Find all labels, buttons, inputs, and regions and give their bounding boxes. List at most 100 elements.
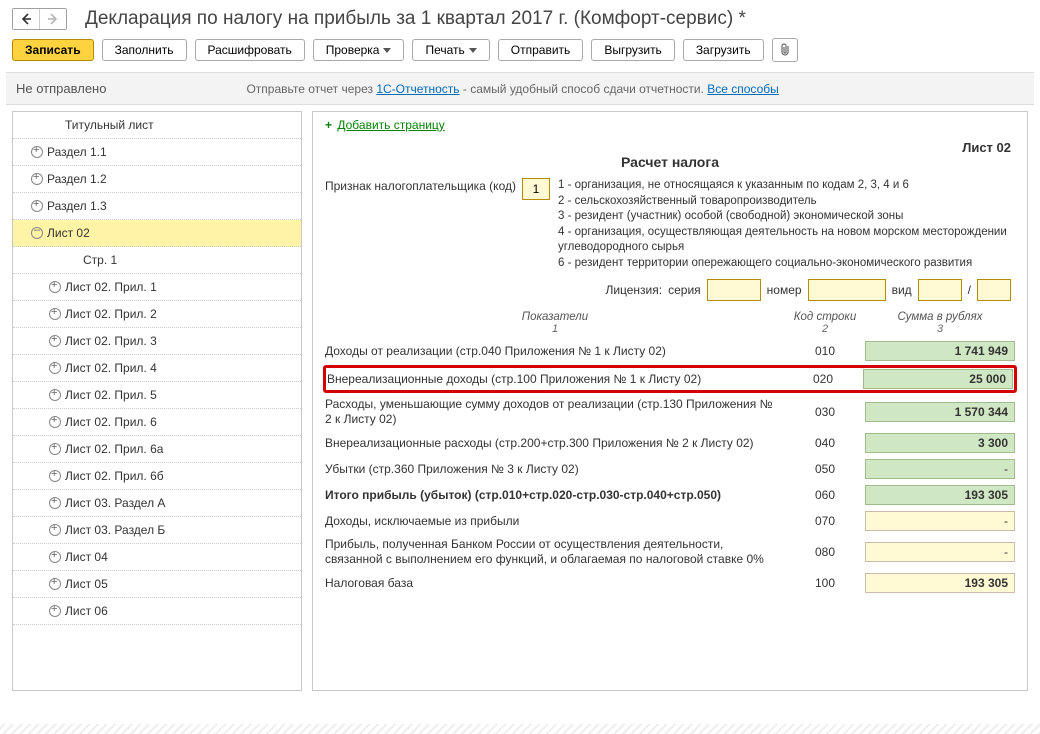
tree-item-label: Лист 02. Прил. 5	[65, 388, 157, 402]
license-row: Лицензия: серия номер вид /	[325, 279, 1015, 301]
row-label: Расходы, уменьшающие сумму доходов от ре…	[325, 397, 785, 427]
tree-item[interactable]: Лист 02. Прил. 6б	[13, 463, 301, 490]
collapse-icon[interactable]	[31, 227, 43, 239]
expand-icon[interactable]	[31, 200, 43, 212]
link-all-methods[interactable]: Все способы	[707, 82, 779, 96]
expand-icon[interactable]	[49, 416, 61, 428]
data-row: Прибыль, полученная Банком России от осу…	[325, 537, 1015, 567]
expand-icon[interactable]	[49, 578, 61, 590]
data-row: Внереализационные доходы (стр.100 Прилож…	[325, 367, 1015, 391]
row-value[interactable]: 193 305	[865, 573, 1015, 593]
arrow-right-icon	[47, 13, 59, 25]
tree-item[interactable]: Лист 04	[13, 544, 301, 571]
row-code: 060	[785, 488, 865, 502]
row-value[interactable]: 3 300	[865, 433, 1015, 453]
license-number-label: номер	[767, 283, 802, 297]
row-code: 100	[785, 576, 865, 590]
row-code: 040	[785, 436, 865, 450]
expand-icon[interactable]	[49, 335, 61, 347]
data-row: Налоговая база100193 305	[325, 573, 1015, 593]
tree-item[interactable]: Лист 03. Раздел Б	[13, 517, 301, 544]
expand-icon[interactable]	[31, 173, 43, 185]
license-sub-input[interactable]	[977, 279, 1011, 301]
row-label: Доходы от реализации (стр.040 Приложения…	[325, 344, 785, 359]
send-button[interactable]: Отправить	[498, 39, 584, 61]
row-label: Внереализационные расходы (стр.200+стр.3…	[325, 436, 785, 451]
tree-item[interactable]: Лист 02. Прил. 1	[13, 274, 301, 301]
add-page-row: + Добавить страницу	[325, 118, 1015, 132]
print-label: Печать	[425, 43, 464, 57]
tree-item[interactable]: Лист 02. Прил. 3	[13, 328, 301, 355]
row-code: 030	[785, 405, 865, 419]
tree-item[interactable]: Лист 02. Прил. 5	[13, 382, 301, 409]
expand-icon[interactable]	[49, 308, 61, 320]
sidebar: Титульный листРаздел 1.1 Раздел 1.2 Раздел…	[12, 111, 302, 691]
row-value[interactable]: -	[865, 511, 1015, 531]
license-number-input[interactable]	[808, 279, 886, 301]
tree-item-label: Лист 02. Прил. 1	[65, 280, 157, 294]
check-button[interactable]: Проверка	[313, 39, 405, 61]
tree-item[interactable]: Лист 02. Прил. 2	[13, 301, 301, 328]
decode-button[interactable]: Расшифровать	[195, 39, 305, 61]
row-value[interactable]: 1 570 344	[865, 402, 1015, 422]
row-code: 070	[785, 514, 865, 528]
row-label: Налоговая база	[325, 576, 785, 591]
tree-item[interactable]: Титульный лист	[13, 112, 301, 139]
expand-icon[interactable]	[49, 497, 61, 509]
expand-icon[interactable]	[49, 281, 61, 293]
check-label: Проверка	[326, 43, 380, 57]
attachment-button[interactable]	[772, 38, 798, 62]
tree-item[interactable]: Лист 02	[13, 220, 301, 247]
tree-item[interactable]: Лист 02. Прил. 4	[13, 355, 301, 382]
content-pane: + Добавить страницу Лист 02 Расчет налог…	[312, 111, 1028, 691]
tree-item-label: Раздел 1.2	[47, 172, 107, 186]
tree-item[interactable]: Лист 05	[13, 571, 301, 598]
row-value[interactable]: -	[865, 459, 1015, 479]
add-page-link[interactable]: + Добавить страницу	[325, 118, 445, 132]
license-kind-input[interactable]	[918, 279, 962, 301]
tree-item-label: Лист 03. Раздел А	[65, 496, 165, 510]
tree-item-label: Лист 03. Раздел Б	[65, 523, 165, 537]
expand-icon[interactable]	[49, 551, 61, 563]
save-button[interactable]: Записать	[12, 39, 94, 61]
expand-icon[interactable]	[49, 362, 61, 374]
expand-icon[interactable]	[49, 524, 61, 536]
expand-icon[interactable]	[31, 146, 43, 158]
license-series-input[interactable]	[707, 279, 761, 301]
tree-item-label: Лист 02. Прил. 6а	[65, 442, 163, 456]
row-value[interactable]: -	[865, 542, 1015, 562]
taxpayer-code-input[interactable]	[522, 178, 550, 200]
tree-item[interactable]: Лист 03. Раздел А	[13, 490, 301, 517]
paperclip-icon	[779, 43, 791, 57]
license-slash: /	[968, 283, 971, 297]
sheet-title: Расчет налога	[325, 154, 1015, 170]
print-button[interactable]: Печать	[412, 39, 489, 61]
row-value[interactable]: 25 000	[863, 369, 1013, 389]
tree-item[interactable]: Раздел 1.1	[13, 139, 301, 166]
tree-item[interactable]: Лист 02. Прил. 6а	[13, 436, 301, 463]
row-value[interactable]: 1 741 949	[865, 341, 1015, 361]
row-value[interactable]: 193 305	[865, 485, 1015, 505]
tree-item[interactable]: Лист 06	[13, 598, 301, 625]
fill-button[interactable]: Заполнить	[102, 39, 187, 61]
expand-icon[interactable]	[49, 605, 61, 617]
expand-icon[interactable]	[49, 443, 61, 455]
tree-item[interactable]: Раздел 1.2	[13, 166, 301, 193]
import-button[interactable]: Загрузить	[683, 39, 764, 61]
export-button[interactable]: Выгрузить	[591, 39, 675, 61]
row-label: Внереализационные доходы (стр.100 Прилож…	[327, 372, 785, 387]
taxpayer-codes-list: 1 - организация, не относящаяся к указан…	[558, 178, 1015, 271]
data-row: Доходы от реализации (стр.040 Приложения…	[325, 341, 1015, 361]
tree-item[interactable]: Стр. 1	[13, 247, 301, 274]
status-bar: Не отправлено Отправьте отчет через 1С-О…	[6, 72, 1034, 105]
table-subheader: 1 2 3	[325, 323, 1015, 335]
arrow-left-icon	[20, 13, 32, 25]
tree-item-label: Лист 02. Прил. 3	[65, 334, 157, 348]
back-button[interactable]	[13, 9, 39, 29]
tree-item[interactable]: Раздел 1.3	[13, 193, 301, 220]
link-1c-report[interactable]: 1С-Отчетность	[376, 82, 459, 96]
tree-item[interactable]: Лист 02. Прил. 6	[13, 409, 301, 436]
expand-icon[interactable]	[49, 470, 61, 482]
expand-icon[interactable]	[49, 389, 61, 401]
forward-button[interactable]	[39, 9, 66, 29]
